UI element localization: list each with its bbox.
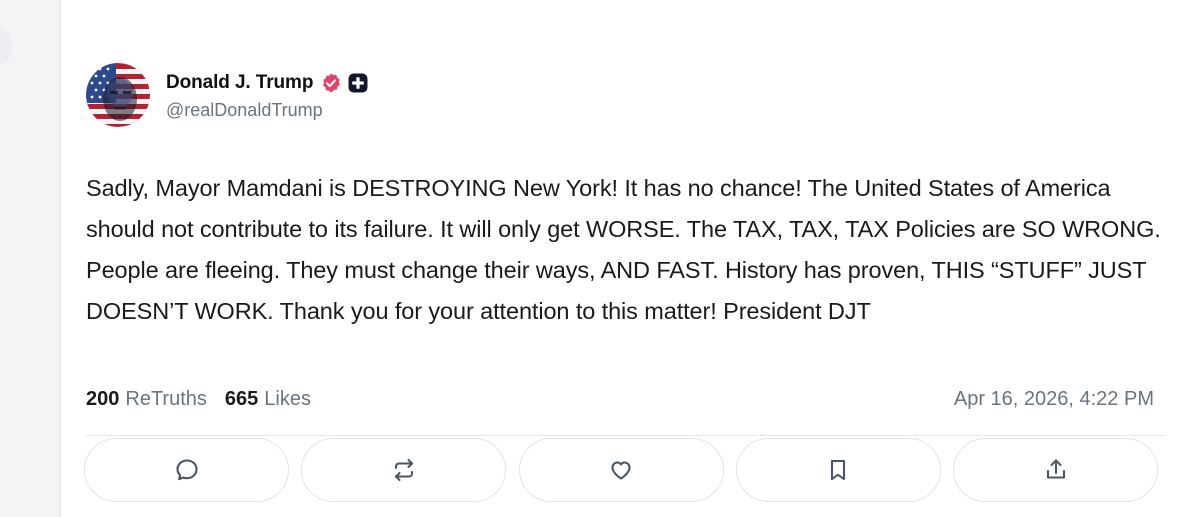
retruth-button[interactable] (301, 438, 507, 502)
bookmark-button[interactable] (735, 438, 941, 502)
post-header: Donald J. Trump @realDonaldTrump (86, 62, 368, 128)
likes-count[interactable]: 665 (225, 388, 258, 411)
retruths-count[interactable]: 200 (86, 388, 119, 411)
plus-member-icon (348, 73, 368, 92)
repost-icon (394, 458, 413, 482)
bookmark-icon (831, 459, 846, 481)
verified-badge-icon (323, 72, 341, 93)
speech-bubble-icon (175, 459, 198, 481)
post-timestamp[interactable]: Apr 16, 2026, 4:22 PM (954, 388, 1154, 411)
retruths-label[interactable]: ReTruths (125, 388, 207, 411)
action-bar (84, 438, 1158, 505)
likes-label[interactable]: Likes (264, 388, 311, 411)
post-stats: 200 ReTruths 665 Likes Apr 16, 2026, 4:2… (86, 384, 1154, 414)
post-card: Donald J. Trump @realDonaldTrump Sadly, … (60, 0, 1200, 517)
name-row: Donald J. Trump (166, 70, 368, 96)
author-handle[interactable]: @realDonaldTrump (166, 100, 368, 121)
divider (86, 435, 1166, 436)
reply-button[interactable] (84, 438, 289, 502)
avatar[interactable] (86, 63, 150, 127)
page: Donald J. Trump @realDonaldTrump Sadly, … (0, 0, 1200, 517)
heart-icon (611, 461, 631, 480)
author-display-name[interactable]: Donald J. Trump (166, 72, 313, 94)
side-nav-pill[interactable] (0, 26, 12, 66)
post-text: Sadly, Mayor Mamdani is DESTROYING New Y… (86, 175, 1161, 324)
share-icon (1046, 459, 1065, 479)
share-button[interactable] (953, 438, 1158, 502)
author-identity: Donald J. Trump @realDonaldTrump (166, 70, 368, 121)
like-button[interactable] (518, 438, 724, 502)
